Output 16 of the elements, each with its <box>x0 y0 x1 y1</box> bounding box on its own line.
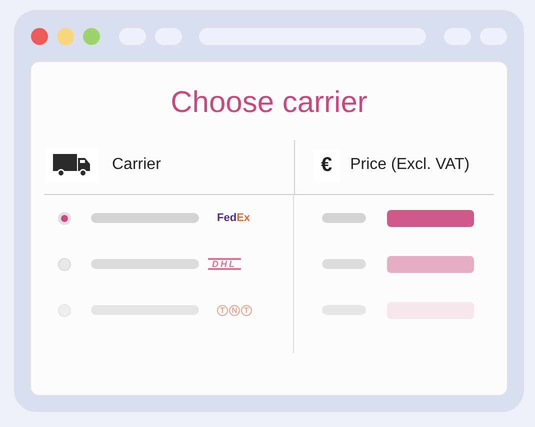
close-dot[interactable] <box>31 28 48 44</box>
column-header: Carrier <box>112 156 161 174</box>
placeholder-bar <box>322 213 366 223</box>
radio-button[interactable] <box>58 258 71 270</box>
euro-sign: € <box>321 154 332 176</box>
column-header: Price (Excl. VAT) <box>350 156 470 174</box>
maximize-dot[interactable] <box>83 28 100 44</box>
minimize-dot[interactable] <box>57 28 74 44</box>
radio-button[interactable] <box>58 304 71 316</box>
placeholder-bar <box>322 259 366 269</box>
carrier-logo: T N T <box>217 304 252 316</box>
radio-button[interactable] <box>58 212 71 224</box>
carrier-logo: DHL <box>208 258 240 270</box>
carrier-logo: FedEx <box>217 212 250 224</box>
page-title: Choose carrier <box>170 86 368 120</box>
truck-icon <box>52 152 92 178</box>
